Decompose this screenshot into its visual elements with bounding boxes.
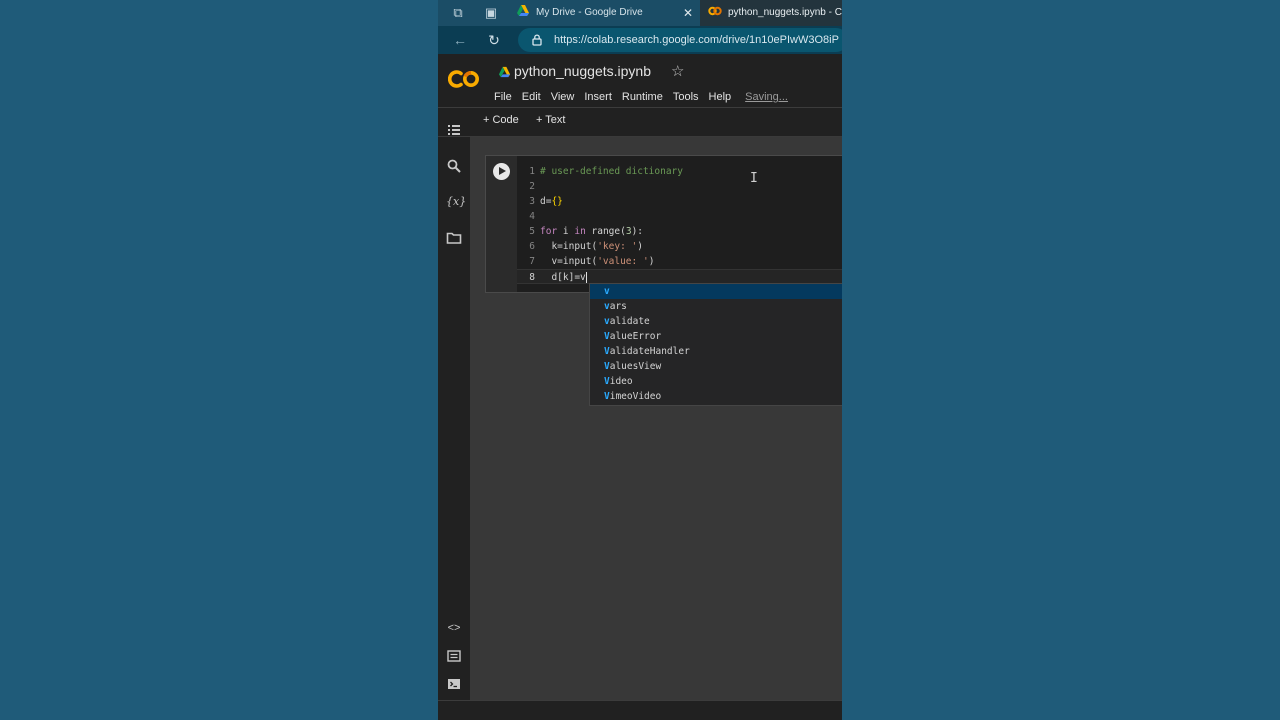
notebook-title[interactable]: python_nuggets.ipynb xyxy=(514,63,651,79)
close-tab-icon[interactable]: ✕ xyxy=(682,0,694,26)
tab-strip: ⧉ ▣ My Drive - Google Drive ✕ python_nug… xyxy=(438,0,842,26)
refresh-icon[interactable]: ↻ xyxy=(486,32,502,48)
code-editor[interactable]: 1 # user-defined dictionary 2 3 d={} 4 5 fo… xyxy=(517,164,842,284)
add-text-cell-button[interactable]: + Text xyxy=(536,114,565,126)
back-icon[interactable]: ← xyxy=(452,32,468,48)
line-number: 6 xyxy=(529,241,535,252)
folder-icon[interactable] xyxy=(446,230,462,246)
tab-colab-notebook[interactable]: python_nuggets.ipynb - Co xyxy=(700,0,842,26)
code-text: d={} xyxy=(540,196,563,207)
menu-bar: File Edit View Insert Runtime Tools Help Saving… xyxy=(494,87,788,103)
save-status[interactable]: Saving... xyxy=(745,91,788,103)
table-of-contents-icon[interactable] xyxy=(446,122,462,138)
left-sidebar: {x} <> xyxy=(438,125,470,700)
terminal-icon[interactable] xyxy=(446,676,462,692)
line-number: 3 xyxy=(529,196,535,207)
suggestion-item[interactable]: ValuesView xyxy=(590,359,842,374)
status-bar xyxy=(438,700,842,720)
google-drive-icon[interactable] xyxy=(498,66,511,79)
address-bar: ← ↻ https://colab.research.google.com/dr… xyxy=(438,26,842,54)
tab-actions-icon[interactable]: ▣ xyxy=(483,5,499,21)
google-drive-icon xyxy=(517,5,529,17)
line-number: 1 xyxy=(529,166,535,177)
colab-header: python_nuggets.ipynb ☆ File Edit View Inser… xyxy=(438,54,842,108)
code-text: for i in range(3): xyxy=(540,226,644,237)
browser-window: ⧉ ▣ My Drive - Google Drive ✕ python_nug… xyxy=(438,0,842,720)
mouse-cursor-icon: I xyxy=(750,171,758,186)
line-number: 7 xyxy=(529,256,535,267)
code-line[interactable]: 7 v=input('value: ') xyxy=(517,254,842,269)
tab-title: python_nuggets.ipynb - Co xyxy=(728,7,842,18)
code-text: k=input('key: ') xyxy=(540,241,643,252)
code-text: d[k]=v xyxy=(540,270,587,285)
line-number: 4 xyxy=(529,211,535,222)
suggestion-item[interactable]: ValueError xyxy=(590,329,842,344)
line-number: 5 xyxy=(529,226,535,237)
add-code-cell-button[interactable]: + Code xyxy=(483,114,519,126)
desktop-background-right xyxy=(842,0,1280,720)
colab-icon xyxy=(708,7,722,16)
variables-icon[interactable]: {x} xyxy=(446,194,466,210)
notebook-toolbar: + Code + Text xyxy=(438,108,842,137)
suggestion-item[interactable]: v xyxy=(590,284,842,299)
line-number: 2 xyxy=(529,181,535,192)
cell-gutter xyxy=(486,156,517,292)
code-text: # user-defined dictionary xyxy=(540,166,683,177)
suggestion-item[interactable]: vars xyxy=(590,299,842,314)
suggestion-item[interactable]: VimeoVideo xyxy=(590,389,842,404)
menu-file[interactable]: File xyxy=(494,91,512,103)
code-line[interactable]: 5 for i in range(3): xyxy=(517,224,842,239)
code-line[interactable]: 6 k=input('key: ') xyxy=(517,239,842,254)
menu-runtime[interactable]: Runtime xyxy=(622,91,663,103)
tab-title: My Drive - Google Drive xyxy=(536,7,643,18)
code-line[interactable]: 2 xyxy=(517,179,842,194)
code-text-current: d[k]=v xyxy=(540,272,586,283)
code-line[interactable]: 1 # user-defined dictionary xyxy=(517,164,842,179)
notebook-main: 1 # user-defined dictionary 2 3 d={} 4 5 fo… xyxy=(470,137,842,700)
suggestion-item[interactable]: Video xyxy=(590,374,842,389)
command-palette-icon[interactable] xyxy=(446,648,462,664)
menu-insert[interactable]: Insert xyxy=(584,91,612,103)
run-cell-button[interactable] xyxy=(493,163,510,180)
menu-view[interactable]: View xyxy=(551,91,575,103)
code-snippets-icon[interactable]: <> xyxy=(446,620,462,636)
search-icon[interactable] xyxy=(446,158,462,174)
code-line-current[interactable]: 8 d[k]=v xyxy=(517,269,842,284)
url-text: https://colab.research.google.com/drive/… xyxy=(554,34,839,46)
lock-icon[interactable] xyxy=(530,33,544,47)
star-icon[interactable]: ☆ xyxy=(671,62,684,80)
code-line[interactable]: 3 d={} xyxy=(517,194,842,209)
tab-google-drive[interactable]: My Drive - Google Drive xyxy=(516,0,692,26)
menu-help[interactable]: Help xyxy=(709,91,732,103)
menu-tools[interactable]: Tools xyxy=(673,91,699,103)
text-caret xyxy=(585,272,587,283)
colab-logo[interactable] xyxy=(448,68,482,90)
autocomplete-popup: v vars validate ValueError ValidateHandl… xyxy=(589,283,842,406)
line-number: 8 xyxy=(529,272,535,283)
desktop-background-left xyxy=(0,0,438,720)
suggestion-item[interactable]: validate xyxy=(590,314,842,329)
url-field[interactable]: https://colab.research.google.com/drive/… xyxy=(518,28,842,52)
code-cell[interactable]: 1 # user-defined dictionary 2 3 d={} 4 5 fo… xyxy=(485,155,842,293)
workspaces-icon[interactable]: ⧉ xyxy=(450,5,466,21)
code-line[interactable]: 4 xyxy=(517,209,842,224)
code-text: v=input('value: ') xyxy=(540,256,655,267)
menu-edit[interactable]: Edit xyxy=(522,91,541,103)
suggestion-item[interactable]: ValidateHandler xyxy=(590,344,842,359)
